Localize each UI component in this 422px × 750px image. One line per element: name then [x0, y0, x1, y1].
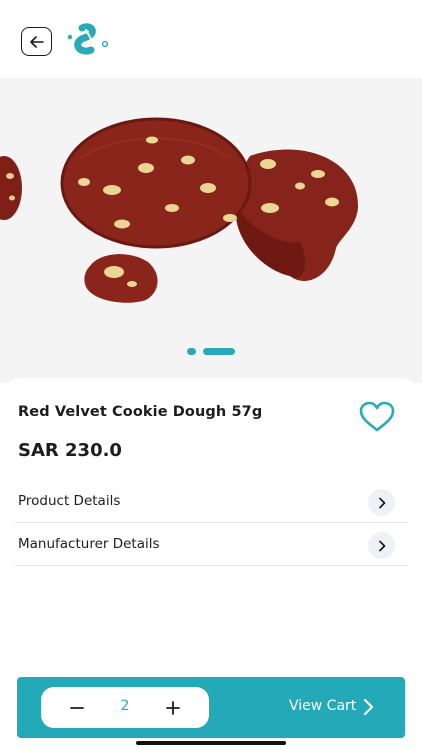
decrease-quantity-button[interactable] — [57, 687, 97, 728]
chevron-right-icon[interactable] — [368, 532, 395, 559]
gallery-dot-active[interactable] — [203, 348, 235, 355]
heart-outline-icon[interactable] — [358, 401, 396, 433]
product-title: Red Velvet Cookie Dough 57g — [18, 404, 263, 420]
quantity-stepper: 2 — [41, 687, 209, 728]
manufacturer-details-row[interactable]: Manufacturer Details — [14, 524, 408, 566]
back-button[interactable] — [21, 27, 52, 56]
view-cart-button[interactable]: View Cart — [289, 698, 356, 714]
product-details-label: Product Details — [18, 493, 121, 509]
gallery-dot[interactable] — [187, 348, 196, 355]
top-bar — [0, 0, 422, 78]
brand-logo-icon — [67, 23, 109, 55]
arrow-left-icon — [29, 35, 44, 48]
home-indicator — [136, 741, 286, 745]
chevron-right-icon[interactable] — [362, 697, 376, 717]
manufacturer-details-label: Manufacturer Details — [18, 536, 160, 552]
chevron-right-icon[interactable] — [368, 489, 395, 516]
quantity-value: 2 — [120, 698, 130, 714]
add-to-cart-bar: 2 View Cart — [17, 677, 405, 738]
plus-icon — [166, 700, 180, 715]
product-image-gallery[interactable] — [0, 78, 422, 383]
increase-quantity-button[interactable] — [153, 687, 193, 728]
red-velvet-cookie-photo — [0, 117, 359, 303]
gallery-pagination — [0, 348, 422, 355]
product-price: SAR 230.0 — [18, 440, 122, 461]
product-details-row[interactable]: Product Details — [14, 481, 408, 523]
minus-icon — [70, 706, 84, 709]
